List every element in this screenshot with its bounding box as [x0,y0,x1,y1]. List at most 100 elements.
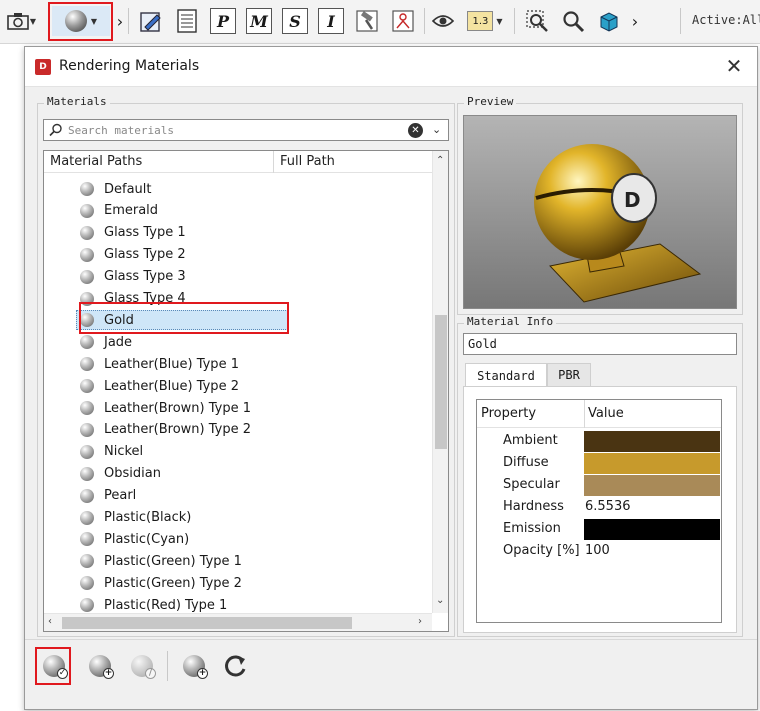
scroll-down-icon[interactable]: ⌄ [436,595,444,606]
color-swatch[interactable] [584,475,720,496]
column-header-value: Value [588,406,624,421]
property-row[interactable]: Emission [477,518,721,540]
i-button[interactable]: I [316,6,346,36]
list-item-label: Leather(Blue) Type 2 [104,378,239,394]
material-info-label: Material Info [464,315,557,328]
list-item[interactable]: Default [80,179,270,199]
list-item-label: Glass Type 3 [104,269,186,285]
close-button[interactable]: ✕ [721,53,747,79]
material-sphere-icon [80,576,94,591]
materials-group-label: Materials [44,95,110,108]
list-item[interactable]: Plastic(Green) Type 1 [80,551,270,571]
refresh-button[interactable] [221,651,251,681]
list-item[interactable]: Emerald [80,201,270,221]
hammer-button[interactable] [352,6,382,36]
list-item[interactable]: Plastic(Green) Type 2 [80,573,270,593]
m-button[interactable]: M [244,6,274,36]
list-item-label: Leather(Brown) Type 2 [104,422,251,438]
list-item-label: Default [104,181,152,197]
more-chevron[interactable]: › [114,6,126,36]
material-name-field[interactable]: Gold [463,333,737,355]
list-item[interactable]: Leather(Blue) Type 1 [80,354,270,374]
property-row[interactable]: Specular [477,474,721,496]
add-material-button[interactable]: + [179,651,209,681]
color-swatch[interactable] [584,453,720,474]
property-row[interactable]: Opacity [%] 100 [477,540,721,562]
dialog-titlebar: D Rendering Materials ✕ [25,47,757,87]
property-row[interactable]: Ambient [477,430,721,452]
list-item[interactable]: Leather(Brown) Type 2 [80,420,270,440]
column-header-full-path[interactable]: Full Path [280,154,335,169]
clear-search-icon[interactable]: ✕ [408,123,423,138]
refresh-icon [225,655,246,677]
zoom-button[interactable] [558,6,588,36]
material-sphere-icon [80,225,94,240]
zoom-box-button[interactable] [522,6,552,36]
list-item[interactable]: Glass Type 2 [80,245,270,265]
edit-material-button[interactable]: / [127,651,157,681]
property-value[interactable]: 6.5536 [585,499,631,514]
list-item[interactable]: Glass Type 3 [80,267,270,287]
s-button[interactable]: S [280,6,310,36]
cube-icon [600,12,618,32]
property-name: Ambient [503,433,558,448]
more-chevron[interactable]: › [628,6,642,36]
close-icon: ✕ [725,54,743,78]
dialog-title: Rendering Materials [59,58,200,74]
vertical-scroll-thumb[interactable] [435,315,447,449]
camera-icon [7,13,29,30]
list-item-label: Glass Type 2 [104,247,186,263]
material-sphere-icon [80,247,94,262]
list-button[interactable] [172,6,202,36]
scroll-right-icon[interactable]: › [418,616,422,627]
list-icon [177,9,197,33]
list-item[interactable]: Plastic(Black) [80,508,270,528]
tab-standard[interactable]: Standard [465,363,547,387]
property-name: Opacity [%] [503,543,580,558]
search-input[interactable] [68,122,398,138]
visibility-button[interactable] [430,6,456,36]
person-button[interactable] [388,6,418,36]
property-row[interactable]: Hardness 6.5536 [477,496,721,518]
apply-material-button[interactable]: ✓ [39,651,69,681]
color-swatch[interactable] [584,519,720,540]
chevron-down-icon: ▼ [496,16,503,26]
badge-icon: / [145,668,156,679]
color-swatch[interactable] [584,431,720,452]
list-item[interactable]: Obsidian [80,464,270,484]
new-material-button[interactable]: + [85,651,115,681]
horizontal-scroll-thumb[interactable] [62,617,352,629]
material-name-value: Gold [468,337,497,351]
list-item[interactable]: Nickel [80,442,270,462]
horizontal-scrollbar[interactable]: ‹ › [44,613,432,631]
hammer-icon [356,10,378,32]
active-filter-label[interactable]: Active:All [692,13,760,27]
list-item[interactable]: Plastic(Cyan) [80,529,270,549]
zoom-box-icon [526,10,548,32]
list-item[interactable]: Leather(Blue) Type 2 [80,376,270,396]
list-item[interactable]: Leather(Brown) Type 1 [80,398,270,418]
chevron-down-icon[interactable]: ⌄ [432,123,441,136]
list-item-label: Plastic(Cyan) [104,531,190,547]
camera-button[interactable]: ▼ [4,6,38,36]
list-item[interactable]: Jade [80,332,270,352]
scroll-up-icon[interactable]: ⌃ [436,155,444,166]
highlight-box [48,2,113,41]
list-item[interactable]: Pearl [80,486,270,506]
preview-render-image: D [534,144,702,303]
scroll-left-icon[interactable]: ‹ [48,616,52,627]
tab-pbr[interactable]: PBR [547,363,591,387]
scale-button[interactable]: 1.3 ▼ [462,6,508,36]
list-item-label: Plastic(Green) Type 2 [104,575,242,591]
edit-tool-button[interactable] [136,6,166,36]
list-item[interactable]: Glass Type 1 [80,223,270,243]
p-button[interactable]: P [208,6,238,36]
property-value[interactable]: 100 [585,543,610,558]
m-button-label: M [246,8,272,34]
property-row[interactable]: Diffuse [477,452,721,474]
view-cube-button[interactable] [594,6,624,36]
material-tree[interactable]: Material Paths Full Path Default Emerald G… [43,150,449,632]
list-item-label: Emerald [104,203,159,219]
column-header-material-paths[interactable]: Material Paths [50,154,142,169]
vertical-scrollbar[interactable]: ⌃ ⌄ [432,151,448,613]
